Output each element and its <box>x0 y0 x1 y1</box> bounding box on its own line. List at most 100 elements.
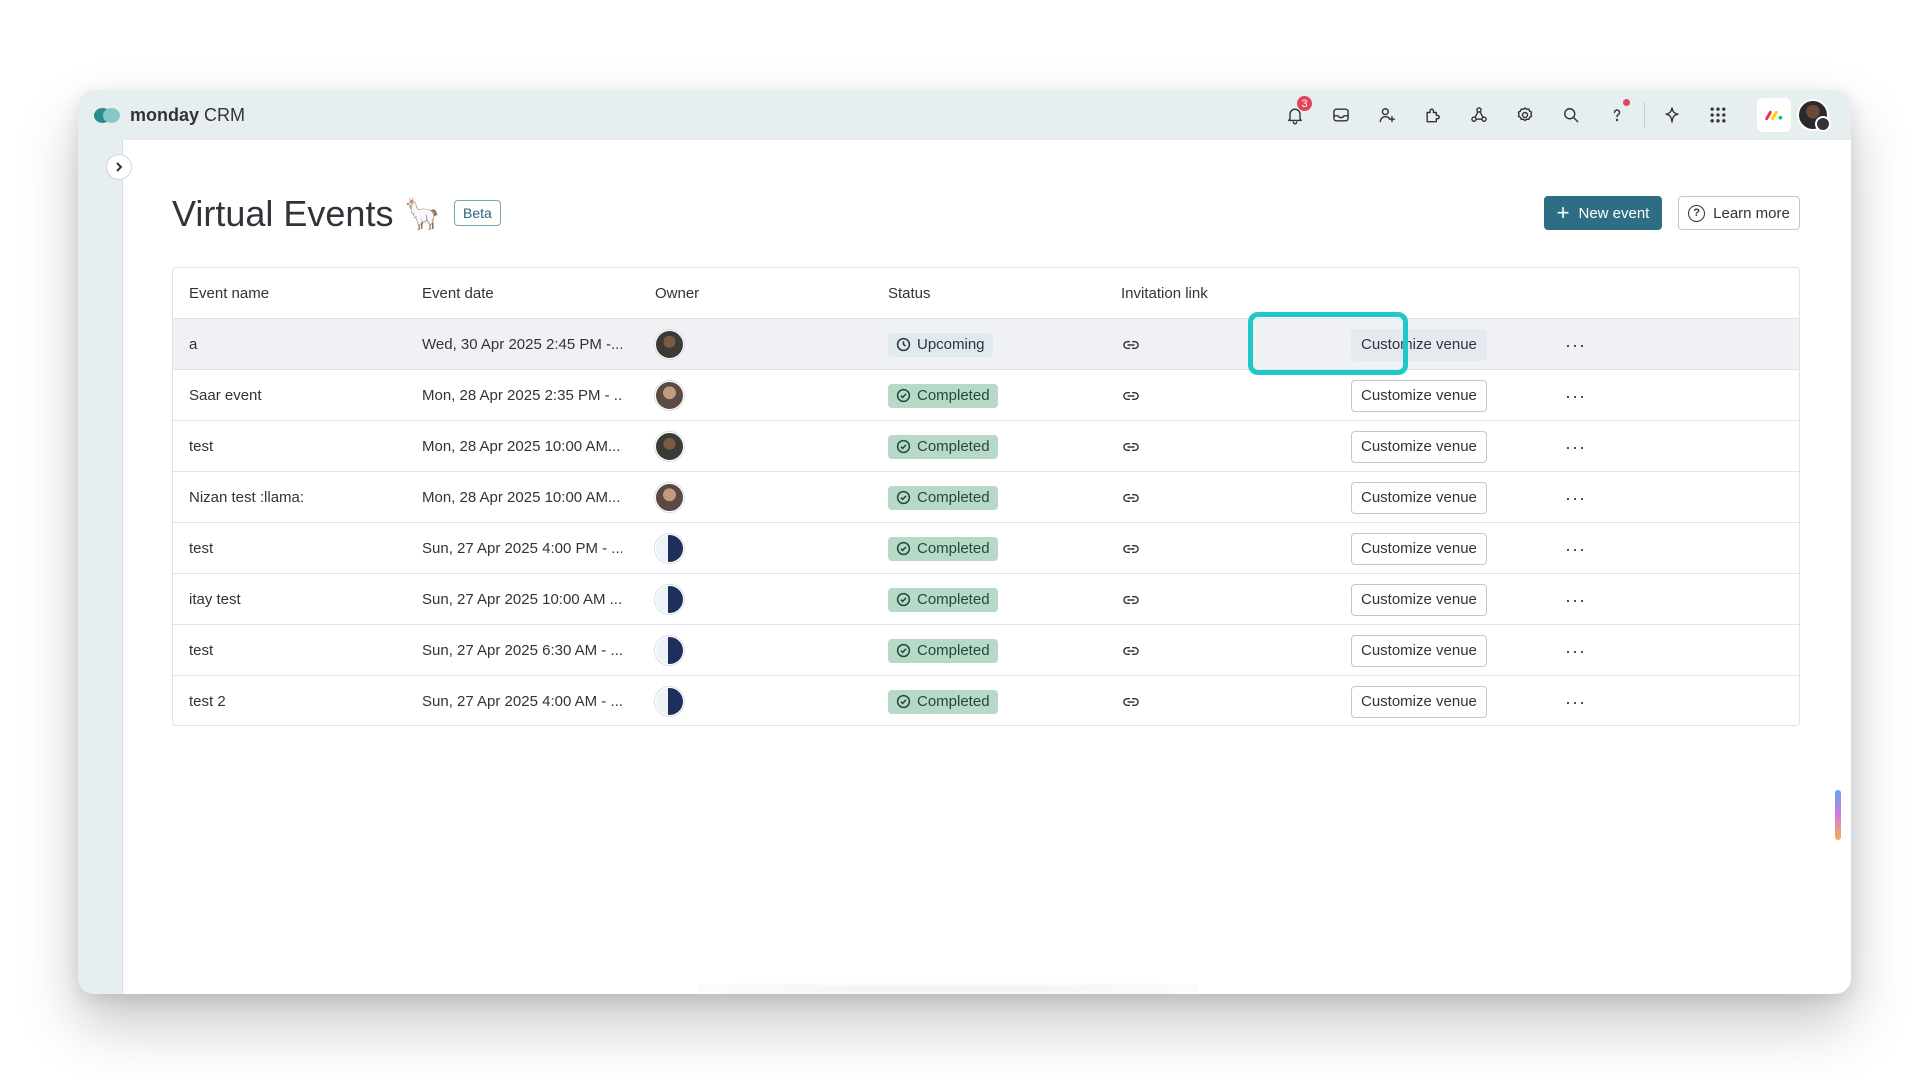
column-header-event-date: Event date <box>422 284 494 302</box>
link-icon[interactable] <box>1121 437 1141 457</box>
table-row[interactable]: test Mon, 28 Apr 2025 10:00 AM... Comple… <box>173 421 1799 472</box>
owner-avatar[interactable] <box>655 381 684 410</box>
monday-logo-icon <box>94 105 120 125</box>
link-icon[interactable] <box>1121 488 1141 508</box>
link-icon[interactable] <box>1121 386 1141 406</box>
bell-icon[interactable]: 3 <box>1272 90 1318 140</box>
invitation-link-cell <box>1121 574 1141 625</box>
status-cell: Completed <box>888 676 998 727</box>
more-options-icon[interactable]: ··· <box>1565 642 1586 660</box>
more-options-icon[interactable]: ··· <box>1565 540 1586 558</box>
link-icon[interactable] <box>1121 539 1141 559</box>
event-date: Mon, 28 Apr 2025 10:00 AM... <box>422 489 621 506</box>
integrations-icon[interactable] <box>1456 90 1502 140</box>
apps-icon[interactable] <box>1410 90 1456 140</box>
customize-venue-button[interactable]: Customize venue <box>1351 481 1487 514</box>
settings-icon[interactable] <box>1502 90 1548 140</box>
customize-venue-button[interactable]: Customize venue <box>1351 685 1487 718</box>
status-cell: Completed <box>888 421 998 472</box>
new-event-label: New event <box>1578 204 1650 222</box>
status-label: Completed <box>917 540 990 557</box>
table-row[interactable]: Nizan test :llama: Mon, 28 Apr 2025 10:0… <box>173 472 1799 523</box>
more-options-icon[interactable]: ··· <box>1565 438 1586 456</box>
customize-cell: Customize venue <box>1351 472 1487 523</box>
more-options-icon[interactable]: ··· <box>1565 591 1586 609</box>
more-options-icon[interactable]: ··· <box>1565 387 1586 405</box>
user-avatar[interactable] <box>1797 99 1831 132</box>
table-row[interactable]: itay test Sun, 27 Apr 2025 10:00 AM ... … <box>173 574 1799 625</box>
table-row[interactable]: a Wed, 30 Apr 2025 2:45 PM -... Upcoming… <box>173 319 1799 370</box>
column-header-status: Status <box>888 284 931 302</box>
chevron-right-icon <box>116 162 123 172</box>
event-name: a <box>189 336 198 353</box>
owner-avatar[interactable] <box>655 432 684 461</box>
link-icon[interactable] <box>1121 335 1141 355</box>
left-sidebar <box>78 140 122 994</box>
event-date: Sun, 27 Apr 2025 4:00 PM - ... <box>422 540 622 557</box>
inbox-icon[interactable] <box>1318 90 1364 140</box>
link-icon[interactable] <box>1121 590 1141 610</box>
search-icon[interactable] <box>1548 90 1594 140</box>
row-actions-cell: ··· <box>1565 574 1586 625</box>
question-circle-icon: ? <box>1688 204 1706 222</box>
brand[interactable]: monday CRM <box>94 105 245 126</box>
row-actions-cell: ··· <box>1565 625 1586 676</box>
app-switcher-icon[interactable] <box>1695 90 1741 140</box>
owner-avatar[interactable] <box>655 534 684 563</box>
app-window: monday CRM 3 Virtual Events 🦙 Beta + New… <box>78 90 1851 994</box>
help-icon[interactable] <box>1594 90 1640 140</box>
table-row[interactable]: test Sun, 27 Apr 2025 4:00 PM - ... Comp… <box>173 523 1799 574</box>
more-options-icon[interactable]: ··· <box>1565 336 1586 354</box>
table-header: Event name Event date Owner Status Invit… <box>173 268 1799 319</box>
table-row[interactable]: test Sun, 27 Apr 2025 6:30 AM - ... Comp… <box>173 625 1799 676</box>
customize-venue-button[interactable]: Customize venue <box>1351 532 1487 565</box>
learn-more-button[interactable]: ? Learn more <box>1678 196 1800 230</box>
clock-icon <box>896 337 911 352</box>
link-icon[interactable] <box>1121 641 1141 661</box>
owner-avatar[interactable] <box>655 687 684 716</box>
column-header-event-name: Event name <box>189 284 270 302</box>
table-row[interactable]: test 2 Sun, 27 Apr 2025 4:00 AM - ... Co… <box>173 676 1799 727</box>
status-badge: Completed <box>888 383 998 408</box>
customize-venue-button[interactable]: Customize venue <box>1351 430 1487 463</box>
row-actions-cell: ··· <box>1565 676 1586 727</box>
owner-avatar[interactable] <box>655 636 684 665</box>
customize-venue-button[interactable]: Customize venue <box>1351 379 1487 412</box>
customize-venue-button[interactable]: Customize venue <box>1351 634 1487 667</box>
event-name: test 2 <box>189 693 226 710</box>
top-bar: monday CRM 3 <box>78 90 1851 140</box>
invitation-link-cell <box>1121 370 1141 421</box>
topbar-divider <box>1644 102 1645 128</box>
expand-sidebar-button[interactable] <box>106 154 132 180</box>
scroll-indicator[interactable] <box>1835 790 1841 840</box>
sidebar-divider <box>122 140 123 994</box>
table-row[interactable]: Saar event Mon, 28 Apr 2025 2:35 PM - ..… <box>173 370 1799 421</box>
owner-avatar[interactable] <box>655 330 684 359</box>
event-date: Sun, 27 Apr 2025 6:30 AM - ... <box>422 642 622 659</box>
beta-badge: Beta <box>454 200 501 226</box>
more-options-icon[interactable]: ··· <box>1565 489 1586 507</box>
more-options-icon[interactable]: ··· <box>1565 693 1586 711</box>
invite-members-icon[interactable] <box>1364 90 1410 140</box>
status-label: Completed <box>917 387 990 404</box>
invitation-link-cell <box>1121 319 1141 370</box>
check-circle-icon <box>896 388 911 403</box>
row-actions-cell: ··· <box>1565 421 1586 472</box>
owner-cell <box>655 370 684 421</box>
owner-cell <box>655 574 684 625</box>
owner-avatar[interactable] <box>655 585 684 614</box>
llama-emoji-icon: 🦙 <box>403 197 441 231</box>
check-circle-icon <box>896 643 911 658</box>
row-actions-cell: ··· <box>1565 472 1586 523</box>
check-circle-icon <box>896 694 911 709</box>
status-label: Upcoming <box>917 336 985 353</box>
customize-venue-button[interactable]: Customize venue <box>1351 583 1487 616</box>
ai-sparkle-icon[interactable] <box>1649 90 1695 140</box>
link-icon[interactable] <box>1121 692 1141 712</box>
owner-avatar[interactable] <box>655 483 684 512</box>
new-event-button[interactable]: + New event <box>1544 196 1662 230</box>
status-badge: Upcoming <box>888 332 993 357</box>
check-circle-icon <box>896 490 911 505</box>
monday-workspace-logo-icon[interactable] <box>1757 98 1791 132</box>
event-date: Sun, 27 Apr 2025 10:00 AM ... <box>422 591 622 608</box>
